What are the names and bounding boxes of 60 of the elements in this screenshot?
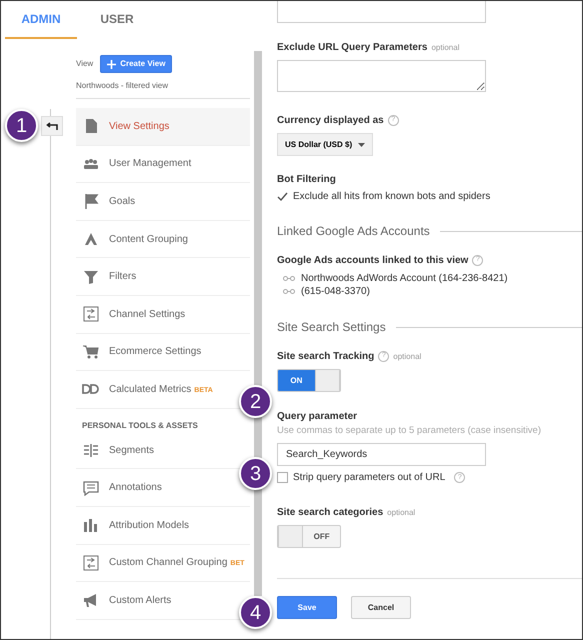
optional-note: optional xyxy=(431,42,460,54)
back-arrow-icon xyxy=(46,122,58,130)
field-label: Currency displayed as xyxy=(277,114,384,128)
view-label: View xyxy=(76,58,94,70)
plus-icon xyxy=(107,60,116,68)
text-input[interactable]: Search_Keywords xyxy=(277,443,486,466)
account-name: Northwoods AdWords Account (164-236-8421) xyxy=(301,272,508,285)
optional-note: optional xyxy=(387,506,416,519)
field-label: Query parameter xyxy=(277,410,358,424)
checkbox-label: Strip query parameters out of URL xyxy=(293,471,446,486)
nav-item[interactable]: User Management xyxy=(82,156,192,172)
field-hint: Use commas to separate up to 5 parameters (case insensitive) xyxy=(277,424,542,438)
bar-chart-icon xyxy=(82,517,100,534)
link-icon xyxy=(283,276,295,281)
nav-item[interactable]: Content Grouping xyxy=(82,231,188,248)
save-button[interactable]: Save xyxy=(277,596,337,620)
field-label: Google Ads accounts linked to this view xyxy=(277,254,468,268)
back-button[interactable] xyxy=(41,116,63,136)
nav-item[interactable]: Annotations xyxy=(82,480,162,496)
field-label: Exclude URL Query Parameters xyxy=(277,41,428,55)
nav-item[interactable]: Ecommerce Settings xyxy=(82,344,202,360)
tab[interactable]: USER xyxy=(81,1,153,39)
cart-icon xyxy=(82,344,100,360)
field-label: Site search Tracking xyxy=(277,350,374,364)
cancel-button[interactable]: Cancel xyxy=(351,596,411,620)
caret-icon xyxy=(358,142,366,146)
account-name: (615-048-3370) xyxy=(301,285,370,298)
nav-item[interactable]: Segments xyxy=(82,442,154,458)
nav-item[interactable]: Custom Alerts xyxy=(82,592,172,608)
checkbox-label: Exclude all hits from known bots and spiders xyxy=(293,190,490,204)
link-icon xyxy=(283,289,295,294)
step-number: 2 xyxy=(239,385,272,418)
optional-note: optional xyxy=(393,350,422,362)
checkbox[interactable] xyxy=(277,472,288,484)
step-number: 3 xyxy=(239,457,272,490)
currency-dropdown[interactable]: US Dollar (USD $) xyxy=(277,133,374,156)
create-view-button[interactable]: Create View xyxy=(100,55,172,73)
field-label: Site search categories xyxy=(277,506,384,520)
view-name: Northwoods - filtered view xyxy=(76,74,250,99)
tab[interactable]: ADMIN xyxy=(5,1,77,39)
sliders-icon xyxy=(82,306,100,322)
section-heading: Site Search Settings xyxy=(277,319,386,336)
step-number: 4 xyxy=(239,596,272,629)
sliders-icon xyxy=(82,554,100,571)
toggle-switch[interactable]: OFF xyxy=(277,525,341,548)
field-label: Bot Filtering xyxy=(277,173,337,187)
checkbox[interactable] xyxy=(277,191,288,202)
columns-icon xyxy=(82,442,100,458)
text-field[interactable] xyxy=(277,1,486,23)
merge-icon xyxy=(82,231,100,248)
funnel-icon xyxy=(82,268,100,285)
section-heading: PERSONAL TOOLS & ASSETS xyxy=(81,420,199,432)
section-heading: Linked Google Ads Accounts xyxy=(277,223,430,240)
toggle-switch[interactable]: ON xyxy=(277,369,341,392)
step-number: 1 xyxy=(5,109,38,142)
nav-item[interactable]: Channel Settings xyxy=(82,306,186,322)
speech-bubble-icon xyxy=(82,480,100,496)
nav-item[interactable]: Filters xyxy=(82,268,136,285)
nav-item[interactable]: Goals xyxy=(82,193,136,210)
nav-item[interactable]: Attribution Models xyxy=(82,517,190,534)
